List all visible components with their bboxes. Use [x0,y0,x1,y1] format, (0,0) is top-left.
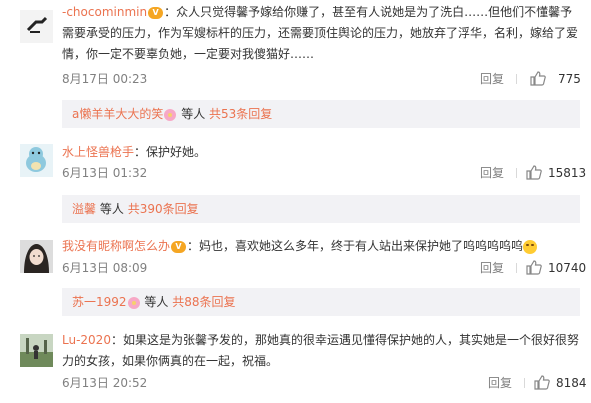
vip-badge-icon: V [171,240,187,253]
sub-replies-bar[interactable]: a懒羊羊大大的笑 等人 共53条回复 [62,100,580,128]
comment-body: ：保护好她。 [134,145,207,159]
sub-reply-count-link[interactable]: 共53条回复 [209,107,272,121]
sub-reply-mid: 等人 [181,107,206,121]
avatar[interactable] [20,334,53,367]
sub-reply-user[interactable]: 溢馨 [72,202,96,216]
comment-time: 6月13日 20:52 [62,376,148,390]
comment-meta: 6月13日 01:32 回复 15813 [62,164,587,185]
reply-button[interactable]: 回复 [480,70,504,88]
comment-item: 我没有昵称啊怎么办 V ：妈也，喜欢她这么多年，终于有人站出来保护她了呜呜呜呜呜 6… [0,228,591,320]
avatar[interactable] [20,240,53,273]
thumbs-up-icon[interactable] [526,165,542,185]
like-count: 15813 [548,166,587,180]
sub-reply-count-link[interactable]: 共88条回复 [172,295,235,309]
username-link[interactable]: 水上怪兽枪手 [62,145,134,159]
divider [516,263,517,273]
comment-meta: 8月17日 00:23 回复 775 [62,70,583,88]
comment-time: 8月17日 00:23 [62,72,148,86]
avatar[interactable] [20,144,53,177]
reply-button[interactable]: 回复 [488,374,512,392]
comment-item: -chocominmin V ：众人只觉得馨予嫁给你赚了，甚至有人说她是为了洗白……… [0,0,591,130]
comment-time: 6月13日 01:32 [62,166,148,180]
sub-reply-user[interactable]: 苏一1992 [72,295,127,309]
comment-meta: 6月13日 20:52 回复 8184 [62,374,587,395]
divider [524,378,525,388]
flower-icon [127,296,140,309]
like-count: 775 [558,72,581,86]
comment-text: Lu-2020：如果这是为张馨予发的，那她真的很幸运遇见懂得保护她的人，其实她是… [62,330,583,372]
comment-text: 我没有昵称啊怎么办 V ：妈也，喜欢她这么多年，终于有人站出来保护她了呜呜呜呜呜 [62,236,583,257]
comment-body: ：如果这是为张馨予发的，那她真的很幸运遇见懂得保护她的人，其实她是一个很好很努力… [62,333,579,368]
comment-item: Lu-2020：如果这是为张馨予发的，那她真的很幸运遇见懂得保护她的人，其实她是… [0,320,591,403]
username-link[interactable]: 我没有昵称啊怎么办 [62,239,170,253]
sub-reply-mid: 等人 [99,202,124,216]
sub-reply-mid: 等人 [144,295,169,309]
divider [516,168,517,178]
like-count: 10740 [548,261,587,275]
comment-text: 水上怪兽枪手：保护好她。 [62,142,583,163]
username-link[interactable]: -chocominmin [62,5,147,19]
flower-icon [164,108,177,121]
sub-replies-bar[interactable]: 苏一1992 等人 共88条回复 [62,288,580,316]
like-count: 8184 [556,376,587,390]
sub-replies-bar[interactable]: 溢馨 等人 共390条回复 [62,195,580,223]
divider [516,74,517,84]
sub-reply-user[interactable]: a懒羊羊大大的笑 [72,107,163,121]
thumbs-up-icon[interactable] [534,375,550,395]
comment-body: ：妈也，喜欢她这么多年，终于有人站出来保护她了呜呜呜呜呜 [187,239,524,253]
thumbs-up-icon[interactable] [530,71,546,91]
comment-meta: 6月13日 08:09 回复 10740 [62,259,587,280]
reply-button[interactable]: 回复 [480,259,504,277]
vip-badge-icon: V [148,6,164,19]
avatar[interactable] [20,10,53,43]
username-link[interactable]: Lu-2020 [62,333,111,347]
reply-button[interactable]: 回复 [480,164,504,182]
comment-time: 6月13日 08:09 [62,261,148,275]
comment-text: -chocominmin V ：众人只觉得馨予嫁给你赚了，甚至有人说她是为了洗白……… [62,2,583,65]
comment-item: 水上怪兽枪手：保护好她。 6月13日 01:32 回复 15813 溢馨 等人 … [0,130,591,228]
sub-reply-count-link[interactable]: 共390条回复 [128,202,199,216]
thumbs-up-icon[interactable] [526,260,542,280]
crying-emoji-icon [523,239,538,254]
